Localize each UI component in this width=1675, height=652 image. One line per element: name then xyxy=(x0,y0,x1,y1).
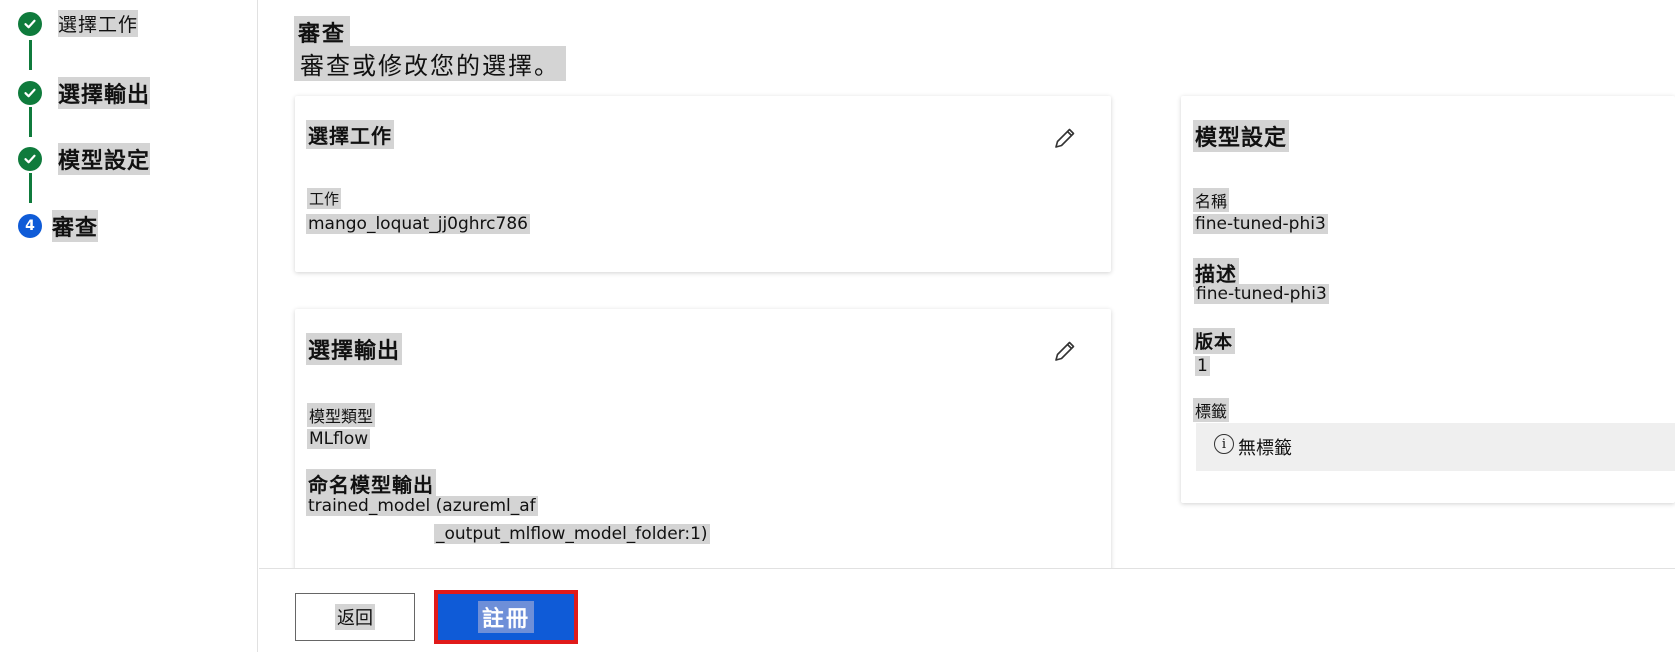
footer-actions: 返回 註冊 xyxy=(259,568,1675,652)
step-model-settings[interactable]: 模型設定 xyxy=(18,143,151,175)
field-label-version: 版本 xyxy=(1193,328,1235,354)
field-label-name: 名稱 xyxy=(1193,188,1230,212)
page-title: 審查 xyxy=(294,16,351,48)
field-value-version: 1 xyxy=(1195,356,1210,376)
back-button[interactable]: 返回 xyxy=(295,593,415,641)
card-select-output: 選擇輸出 模型類型 MLflow 命名模型輸出 trained_model (a… xyxy=(295,309,1111,577)
tags-empty-text: 無標籤 xyxy=(1238,438,1292,459)
review-panel: 審查 審查或修改您的選擇。 選擇工作 工作 mango_loquat_jj0gh… xyxy=(259,0,1675,577)
step-label: 模型設定 xyxy=(58,143,151,175)
card-title: 選擇輸出 xyxy=(306,333,403,365)
step-connector xyxy=(29,40,32,70)
step-review[interactable]: 4 審查 xyxy=(18,210,99,242)
register-button[interactable]: 註冊 xyxy=(434,590,578,644)
edit-output-button[interactable] xyxy=(1049,335,1081,367)
field-label-description: 描述 xyxy=(1193,258,1239,287)
step-select-job[interactable]: 選擇工作 xyxy=(18,10,139,37)
field-value-description: fine-tuned-phi3 xyxy=(1194,284,1329,304)
card-select-job: 選擇工作 工作 mango_loquat_jj0ghrc786 xyxy=(295,96,1111,272)
tags-empty-message: i 無標籤 xyxy=(1196,423,1675,471)
info-icon: i xyxy=(1214,434,1234,454)
step-label: 選擇工作 xyxy=(58,10,139,37)
field-value-model-type: MLflow xyxy=(307,429,371,449)
page-subtitle: 審查或修改您的選擇。 xyxy=(294,46,566,81)
field-value-output-name-line1: trained_model (azureml_af xyxy=(306,496,538,516)
step-number-badge: 4 xyxy=(18,214,42,238)
field-value-name: fine-tuned-phi3 xyxy=(1193,214,1328,234)
field-label-job: 工作 xyxy=(307,188,342,209)
step-connector xyxy=(29,107,32,137)
pencil-icon xyxy=(1055,128,1075,148)
checkmark-icon xyxy=(18,11,42,36)
step-label: 審查 xyxy=(52,210,99,242)
card-title: 模型設定 xyxy=(1193,120,1290,152)
register-button-label: 註冊 xyxy=(477,601,534,633)
step-label: 選擇輸出 xyxy=(58,77,151,109)
checkmark-icon xyxy=(18,147,42,171)
field-value-job: mango_loquat_jj0ghrc786 xyxy=(306,214,530,234)
field-label-output-name: 命名模型輸出 xyxy=(306,469,436,498)
step-select-output[interactable]: 選擇輸出 xyxy=(18,77,151,109)
card-title: 選擇工作 xyxy=(306,120,394,149)
step-connector xyxy=(29,173,32,203)
field-value-output-name-line2: _output_mlflow_model_folder:1) xyxy=(434,524,710,544)
field-label-model-type: 模型類型 xyxy=(307,403,376,427)
wizard-stepper: 選擇工作 選擇輸出 模型設定 4 審查 xyxy=(0,0,258,652)
card-model-settings: 模型設定 名稱 fine-tuned-phi3 描述 fine-tuned-ph… xyxy=(1181,96,1675,503)
back-button-label: 返回 xyxy=(335,604,375,630)
field-label-tags: 標籤 xyxy=(1193,398,1230,422)
pencil-icon xyxy=(1055,341,1075,361)
edit-job-button[interactable] xyxy=(1049,122,1081,154)
checkmark-icon xyxy=(18,81,42,105)
